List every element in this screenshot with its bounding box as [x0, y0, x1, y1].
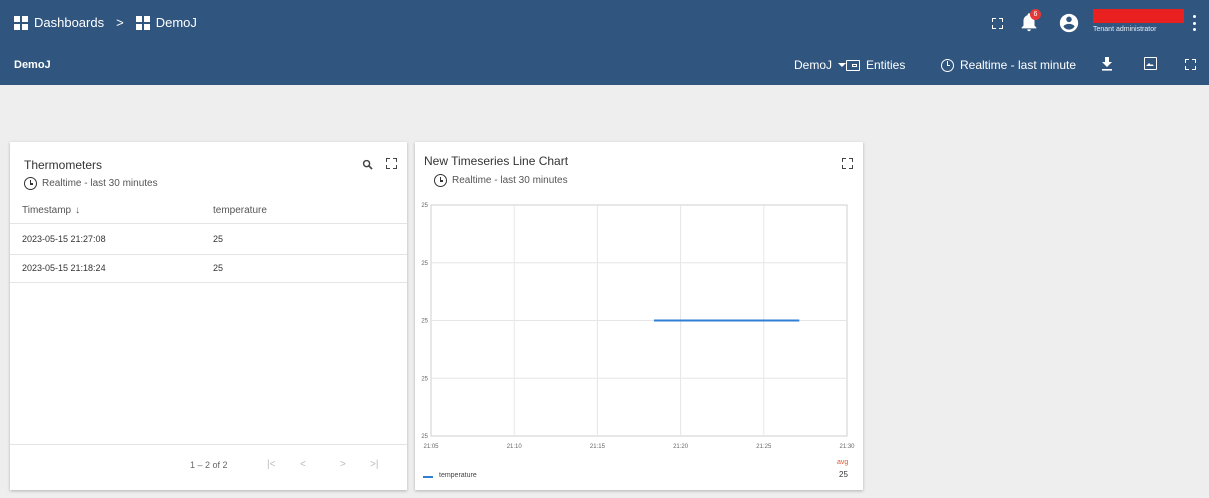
timeseries-chart-widget: New Timeseries Line Chart Realtime - las…: [415, 142, 863, 490]
column-header-temperature[interactable]: temperature: [213, 205, 267, 216]
widget-title: New Timeseries Line Chart: [424, 154, 569, 168]
x-tick-label: 21:25: [756, 444, 772, 450]
dashboard-title: DemoJ: [14, 59, 51, 71]
image-export-icon[interactable]: [1144, 57, 1157, 70]
x-tick-label: 21:10: [507, 444, 523, 450]
more-vert-icon[interactable]: [1192, 15, 1196, 31]
widget-timewindow-label: Realtime - last 30 minutes: [42, 178, 158, 189]
divider: [10, 444, 407, 445]
timewindow-label: Realtime - last minute: [960, 58, 1077, 72]
widget-timewindow: Realtime - last 30 minutes: [24, 177, 158, 190]
clock-icon: [941, 58, 954, 72]
table-cell-timestamp: 2023-05-15 21:18:24: [22, 263, 106, 273]
pagination-range: 1 – 2 of 2: [190, 460, 228, 470]
thermometers-widget: Thermometers Realtime - last 30 minutes …: [10, 142, 407, 490]
entities-label: Entities: [866, 58, 906, 72]
legend-series-name[interactable]: temperature: [439, 472, 477, 479]
previous-page-icon[interactable]: <: [300, 459, 306, 470]
legend-agg-label: avg: [837, 459, 849, 466]
search-icon[interactable]: [362, 157, 374, 170]
sort-arrow-icon: ↓: [75, 205, 81, 216]
fullscreen-icon[interactable]: [386, 158, 397, 169]
dashboard-fullscreen-icon[interactable]: [1185, 59, 1196, 70]
clock-icon: [434, 174, 447, 187]
widget-title: Thermometers: [24, 158, 103, 172]
account-icon[interactable]: [1058, 12, 1080, 34]
entities-icon: [846, 59, 860, 71]
y-tick-label: 25: [421, 434, 428, 440]
fullscreen-icon[interactable]: [842, 158, 853, 169]
fullscreen-icon[interactable]: [992, 18, 1003, 29]
clock-icon: [24, 177, 37, 190]
dropdown-arrow-icon: [838, 63, 847, 67]
state-selector[interactable]: DemoJ: [794, 58, 847, 72]
breadcrumb-current: DemoJ: [155, 15, 197, 30]
x-tick-label: 21:15: [590, 444, 606, 450]
table-cell-timestamp: 2023-05-15 21:27:08: [22, 234, 106, 244]
legend-avg-value: 25: [839, 470, 848, 479]
user-name-redacted: [1093, 9, 1184, 23]
y-tick-label: 25: [421, 319, 428, 325]
line-chart: 21:05 21:10 21:15 21:20 21:25 21:30 25 25 25 25 25: [421, 203, 855, 450]
y-tick-label: 25: [421, 203, 428, 209]
breadcrumb-dashboards-link[interactable]: Dashboards: [34, 15, 104, 30]
column-header-timestamp-label: Timestamp: [22, 205, 72, 216]
x-tick-label: 21:05: [423, 444, 439, 450]
breadcrumb-separator: >: [116, 15, 124, 30]
y-tick-label: 25: [421, 261, 428, 267]
x-tick-label: 21:20: [673, 444, 689, 450]
dashboards-icon: [14, 15, 28, 30]
dashboard-toolbar: DemoJ DemoJ Entities Realtime - last min…: [0, 46, 1209, 85]
last-page-icon[interactable]: >|: [370, 459, 378, 470]
user-role-label: Tenant administrator: [1093, 26, 1157, 33]
divider: [10, 282, 407, 283]
notification-count-badge: 6: [1030, 9, 1041, 20]
next-page-icon[interactable]: >: [340, 459, 346, 470]
state-selector-label: DemoJ: [794, 58, 833, 72]
timewindow-button[interactable]: Realtime - last minute: [941, 58, 1076, 72]
dashboard-icon: [135, 15, 150, 30]
download-icon[interactable]: [1101, 56, 1113, 72]
x-tick-label: 21:30: [839, 444, 855, 450]
widget-timewindow-label: Realtime - last 30 minutes: [452, 175, 568, 186]
header-row-main: Dashboards > DemoJ 6 Tenant administrato…: [0, 0, 1209, 46]
first-page-icon[interactable]: |<: [267, 459, 275, 470]
breadcrumb: Dashboards > DemoJ: [14, 15, 197, 30]
notifications-button[interactable]: 6: [1018, 9, 1042, 35]
divider: [10, 254, 407, 255]
table-cell-temperature: 25: [213, 263, 224, 273]
widget-timewindow: Realtime - last 30 minutes: [434, 174, 568, 187]
entities-button[interactable]: Entities: [846, 58, 905, 72]
app-header: Dashboards > DemoJ 6 Tenant administrato…: [0, 0, 1209, 85]
table-cell-temperature: 25: [213, 234, 224, 244]
y-tick-label: 25: [421, 376, 428, 382]
divider: [10, 223, 407, 224]
legend-swatch: [423, 476, 433, 478]
column-header-timestamp[interactable]: Timestamp ↓: [22, 205, 80, 216]
